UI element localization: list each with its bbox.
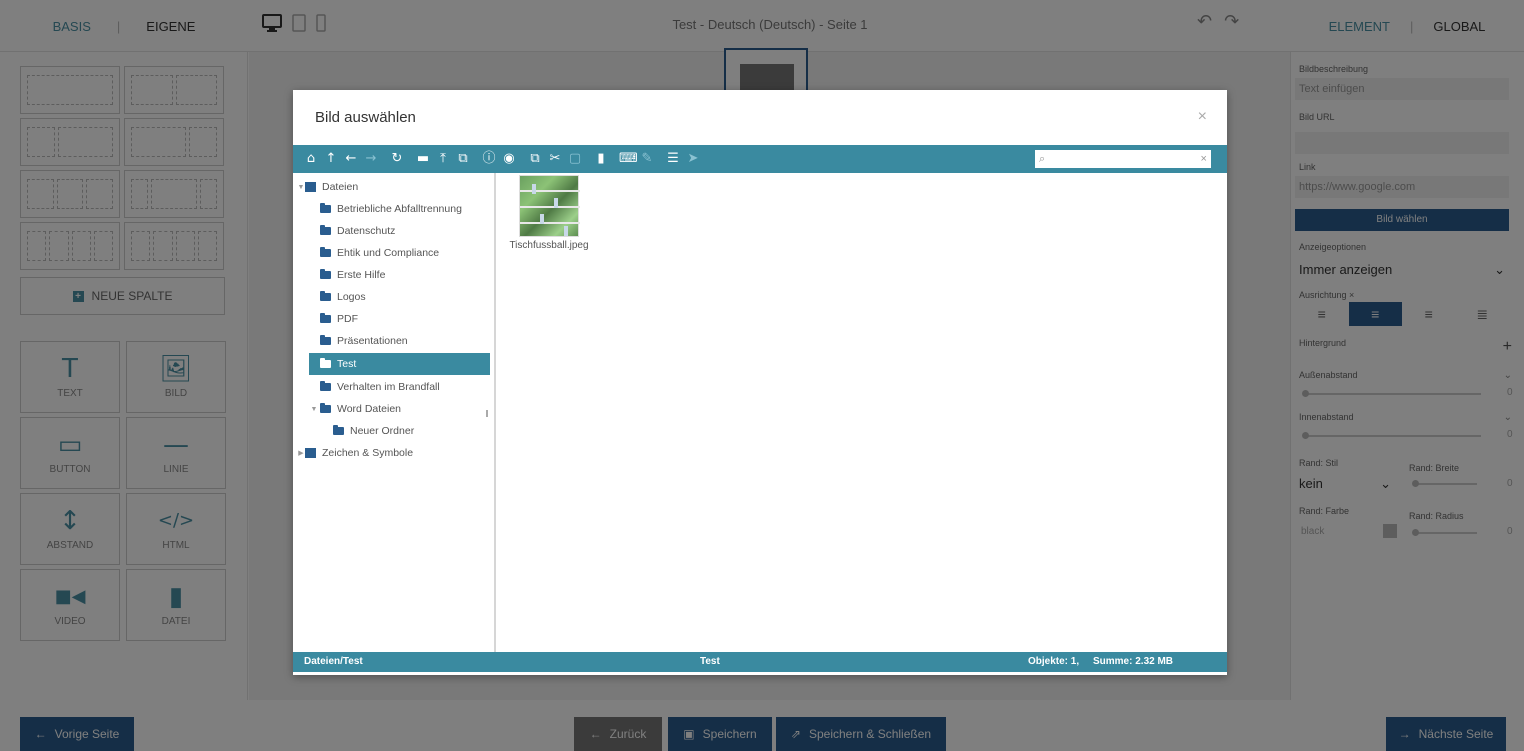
- status-bar: Dateien/Test Test Objekte: 1, Summe: 2.3…: [293, 652, 1227, 672]
- folder-tree: ▼ Dateien Betriebliche Abfalltrennung Dat…: [293, 173, 496, 652]
- back-icon[interactable]: ←: [343, 151, 359, 167]
- tree-item-folder[interactable]: Logos: [293, 286, 490, 308]
- paste-icon[interactable]: ▢: [567, 151, 583, 167]
- preview-icon[interactable]: ◉: [501, 151, 517, 167]
- tree-item-folder[interactable]: Verhalten im Brandfall: [293, 376, 490, 398]
- home-icon[interactable]: ⌂: [303, 151, 319, 167]
- caret-down-icon[interactable]: ▼: [297, 184, 305, 191]
- reload-icon[interactable]: ↻: [389, 151, 405, 167]
- tree-item-word-dateien[interactable]: ▼ Word Dateien: [293, 398, 490, 420]
- folder-open-icon: [320, 358, 331, 368]
- tree-item-folder[interactable]: Betriebliche Abfalltrennung: [293, 198, 490, 220]
- folder-icon: [320, 381, 331, 391]
- folder-icon: [320, 203, 331, 213]
- folder-icon: [320, 335, 331, 345]
- folder-icon: [320, 269, 331, 279]
- cut-icon[interactable]: ✂: [547, 151, 563, 167]
- view-list-icon[interactable]: ☰: [665, 151, 681, 167]
- up-icon[interactable]: ↑: [323, 151, 339, 167]
- folder-icon: [320, 225, 331, 235]
- forward-icon[interactable]: →: [363, 151, 379, 167]
- search-input[interactable]: ⌕ ×: [1035, 150, 1211, 168]
- tree-item-folder[interactable]: Erste Hilfe: [293, 264, 490, 286]
- tree-item-folder[interactable]: Ehtik und Compliance: [293, 242, 490, 264]
- status-current-folder: Test: [700, 656, 720, 667]
- folder-icon: [320, 247, 331, 257]
- drive-icon: [305, 182, 316, 192]
- tree-item-zeichen-symbole[interactable]: ▶ Zeichen & Symbole: [293, 442, 490, 464]
- close-icon[interactable]: ×: [1198, 108, 1207, 126]
- copy-icon[interactable]: ⧉: [527, 151, 543, 167]
- caret-down-icon[interactable]: ▼: [310, 406, 318, 413]
- search-icon: ⌕: [1039, 152, 1046, 165]
- tree-item-test-selected[interactable]: Test: [309, 353, 490, 375]
- tree-item-folder[interactable]: PDF: [293, 308, 490, 330]
- folder-icon: [333, 425, 344, 435]
- drive-icon: [305, 448, 316, 458]
- image-thumbnail: [519, 175, 580, 237]
- file-name: Tischfussball.jpeg: [509, 240, 589, 251]
- status-count: Objekte: 1,: [1028, 656, 1080, 667]
- modal-title: Bild auswählen: [315, 109, 416, 126]
- tree-item-folder[interactable]: Neuer Ordner: [293, 420, 490, 442]
- upload-icon[interactable]: ⤒: [435, 151, 451, 167]
- caret-right-icon[interactable]: ▶: [297, 449, 305, 457]
- new-folder-icon[interactable]: ▬: [415, 151, 431, 167]
- delete-icon[interactable]: ▮: [593, 151, 609, 167]
- clear-search-icon[interactable]: ×: [1201, 153, 1207, 165]
- status-path: Dateien/Test: [304, 656, 363, 667]
- info-icon[interactable]: ⓘ: [481, 151, 497, 167]
- tree-resize-handle[interactable]: [486, 410, 488, 417]
- extract-icon[interactable]: ⧉: [455, 151, 471, 167]
- select-icon[interactable]: ➤: [685, 151, 701, 167]
- edit-icon[interactable]: ✎: [639, 151, 655, 167]
- file-item[interactable]: Tischfussball.jpeg: [504, 175, 594, 251]
- rename-icon[interactable]: ⌨: [619, 151, 638, 167]
- folder-icon: [320, 291, 331, 301]
- file-list[interactable]: Tischfussball.jpeg: [498, 173, 1227, 652]
- tree-item-dateien[interactable]: ▼ Dateien: [293, 176, 490, 198]
- tree-item-folder[interactable]: Präsentationen: [293, 330, 490, 352]
- folder-icon: [320, 403, 331, 413]
- file-manager-toolbar: ⌂ ↑ ← → ↻ ▬ ⤒ ⧉ ⓘ ◉ ⧉ ✂ ▢ ▮ ⌨ ✎ ☰ ➤ ⌕ ×: [293, 145, 1227, 173]
- folder-icon: [320, 313, 331, 323]
- tree-item-folder[interactable]: Datenschutz: [293, 220, 490, 242]
- status-size: Summe: 2.32 MB: [1093, 656, 1174, 667]
- image-picker-modal: Bild auswählen × ⌂ ↑ ← → ↻ ▬ ⤒ ⧉ ⓘ ◉ ⧉ ✂…: [293, 90, 1227, 675]
